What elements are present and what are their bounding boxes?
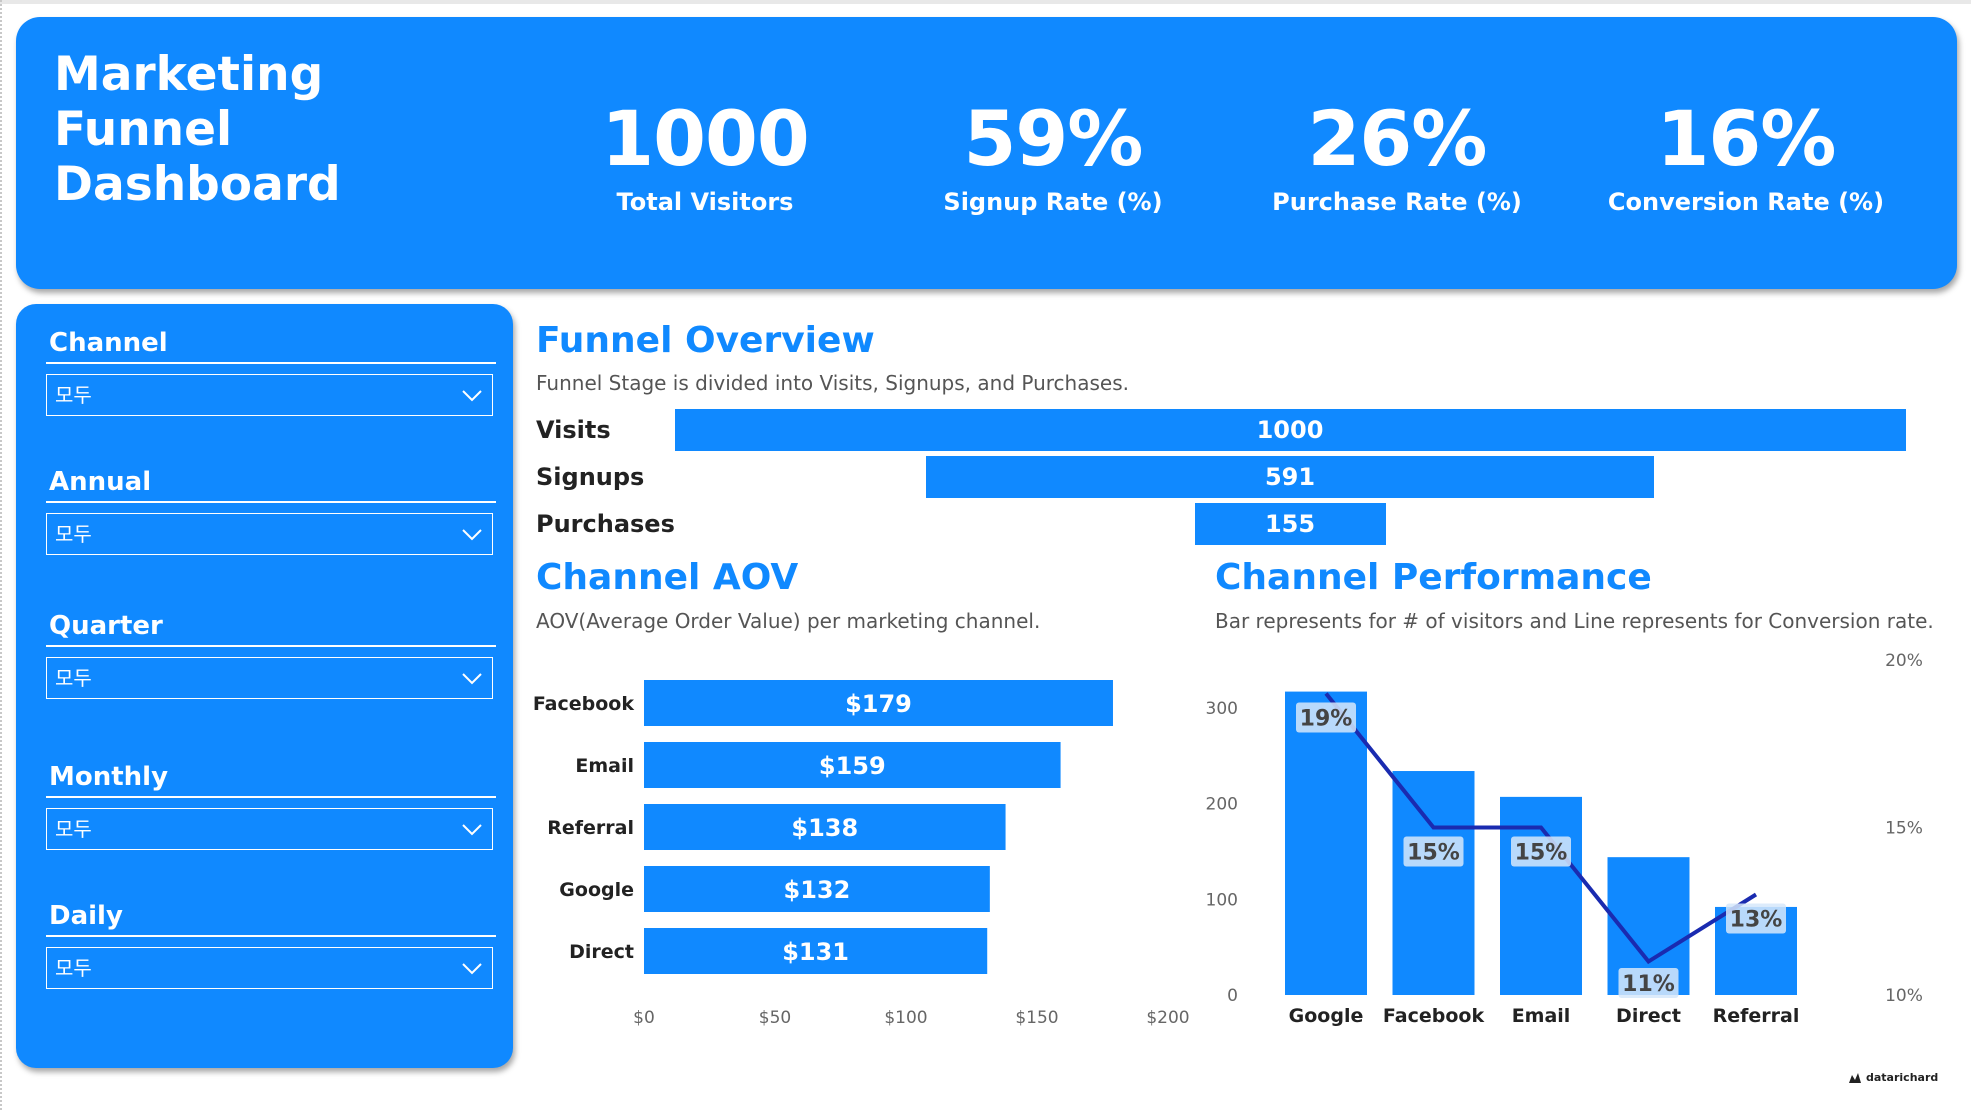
funnel-bar-value: 591	[1264, 463, 1316, 491]
monthly-dropdown[interactable]: 모두	[46, 808, 493, 850]
kpi-value: 1000	[601, 94, 810, 183]
filter-panel: Channel 모두 Annual 모두 Quarter 모두 Monthly …	[16, 304, 513, 1068]
perf-y-tick-label: 0	[1227, 986, 1238, 1006]
funnel-bar-signups[interactable]: 591	[926, 456, 1654, 498]
funnel-stage-label: Signups	[536, 463, 645, 491]
kpi-value: 59%	[963, 94, 1144, 183]
perf-category-label: Facebook	[1383, 1005, 1485, 1027]
perf-data-label: 11%	[1622, 972, 1675, 997]
aov-data-label: $131	[782, 938, 849, 966]
header-banner: Marketing Funnel Dashboard 1000 Total Vi…	[16, 17, 1957, 289]
kpi-purchase-rate: 26% Purchase Rate (%)	[1232, 97, 1562, 217]
kpi-label: Purchase Rate (%)	[1272, 188, 1522, 216]
slicer-quarter: Quarter 모두	[46, 611, 509, 699]
funnel-title: Funnel Overview	[536, 320, 875, 361]
chevron-down-icon	[462, 673, 482, 685]
aov-title: Channel AOV	[536, 557, 799, 598]
kpi-label: Conversion Rate (%)	[1607, 188, 1885, 216]
slicer-title: Channel	[46, 328, 496, 364]
aov-category-label: Referral	[547, 817, 634, 839]
kpi-value: 16%	[1656, 94, 1837, 183]
perf-category-label: Email	[1512, 1005, 1571, 1027]
logo-text: datarichard	[1866, 1071, 1939, 1084]
kpi-total-visitors: 1000 Total Visitors	[540, 97, 870, 217]
perf-y2-tick-label: 15%	[1885, 819, 1923, 839]
aov-data-label: $132	[784, 876, 851, 904]
kpi-conversion-rate: 16% Conversion Rate (%)	[1581, 97, 1911, 217]
slicer-title: Quarter	[46, 611, 496, 647]
slicer-title: Annual	[46, 467, 496, 503]
aov-data-label: $159	[819, 752, 886, 780]
aov-data-label: $179	[845, 690, 912, 718]
window-left-edge	[0, 0, 4, 1110]
performance-combo-chart: 0 100 200 300 10% 15% 20% Google Facebook Email Di…	[1206, 651, 1923, 1027]
chevron-down-icon	[462, 529, 482, 541]
aov-category-label: Facebook	[533, 693, 635, 715]
aov-x-tick-label: $150	[1015, 1008, 1058, 1028]
slicer-title: Monthly	[46, 762, 496, 798]
dropdown-value: 모두	[55, 956, 92, 980]
aov-x-tick-label: $100	[884, 1008, 927, 1028]
perf-category-label: Direct	[1616, 1005, 1681, 1027]
quarter-dropdown[interactable]: 모두	[46, 657, 493, 699]
dropdown-value: 모두	[55, 522, 92, 546]
funnel-bar-purchases[interactable]: 155	[1194, 503, 1386, 545]
funnel-stage-label: Purchases	[536, 510, 675, 538]
perf-bar	[1285, 691, 1367, 995]
brand-logo: datarichard	[1848, 1071, 1938, 1084]
kpi-label: Signup Rate (%)	[943, 188, 1163, 216]
perf-bar	[1392, 771, 1475, 995]
funnel-subtitle: Funnel Stage is divided into Visits, Sig…	[536, 371, 1129, 395]
perf-y2-tick-label: 10%	[1885, 986, 1923, 1006]
perf-y-tick-label: 100	[1206, 890, 1238, 910]
funnel-bar-visits[interactable]: 1000	[674, 409, 1906, 451]
aov-category-label: Google	[559, 879, 634, 901]
window-top-edge	[0, 0, 1971, 4]
perf-data-label: 13%	[1730, 908, 1783, 933]
slicer-title: Daily	[46, 901, 496, 937]
chevron-down-icon	[462, 390, 482, 402]
kpi-signup-rate: 59% Signup Rate (%)	[888, 97, 1218, 217]
annual-dropdown[interactable]: 모두	[46, 513, 493, 555]
aov-subtitle: AOV(Average Order Value) per marketing c…	[536, 609, 1041, 633]
slicer-monthly: Monthly 모두	[46, 762, 509, 850]
aov-bar-chart: Facebook $179 Email $159 Referral $138 Google $…	[533, 680, 1190, 1028]
kpi-label: Total Visitors	[616, 188, 794, 216]
funnel-bar-value: 1000	[1256, 416, 1324, 444]
perf-data-label: 19%	[1300, 707, 1353, 732]
dropdown-value: 모두	[55, 666, 92, 690]
slicer-channel: Channel 모두	[46, 328, 509, 416]
funnel-stage-label: Visits	[536, 416, 611, 444]
daily-dropdown[interactable]: 모두	[46, 947, 493, 989]
aov-x-tick-label: $50	[759, 1008, 791, 1028]
perf-y-tick-label: 300	[1206, 699, 1238, 719]
aov-x-tick-label: $0	[633, 1008, 655, 1028]
chevron-down-icon	[462, 963, 482, 975]
slicer-annual: Annual 모두	[46, 467, 509, 555]
dropdown-value: 모두	[55, 817, 92, 841]
perf-y-tick-label: 200	[1206, 795, 1238, 815]
aov-data-label: $138	[791, 814, 858, 842]
funnel-bar-value: 155	[1264, 510, 1316, 538]
perf-y2-tick-label: 20%	[1885, 651, 1923, 671]
slicer-daily: Daily 모두	[46, 901, 509, 989]
performance-subtitle: Bar represents for # of visitors and Lin…	[1215, 609, 1934, 633]
aov-x-tick-label: $200	[1146, 1008, 1189, 1028]
perf-data-label: 15%	[1407, 841, 1460, 866]
performance-title: Channel Performance	[1215, 557, 1652, 598]
aov-category-label: Direct	[569, 941, 634, 963]
perf-category-label: Google	[1289, 1005, 1364, 1027]
chevron-down-icon	[462, 824, 482, 836]
aov-category-label: Email	[575, 755, 634, 777]
perf-category-label: Referral	[1713, 1005, 1800, 1027]
perf-data-label: 15%	[1515, 841, 1568, 866]
logo-icon	[1849, 1072, 1861, 1083]
channel-dropdown[interactable]: 모두	[46, 374, 493, 416]
dropdown-value: 모두	[55, 383, 92, 407]
kpi-value: 26%	[1307, 94, 1488, 183]
dashboard-title: Marketing Funnel Dashboard	[54, 47, 341, 212]
